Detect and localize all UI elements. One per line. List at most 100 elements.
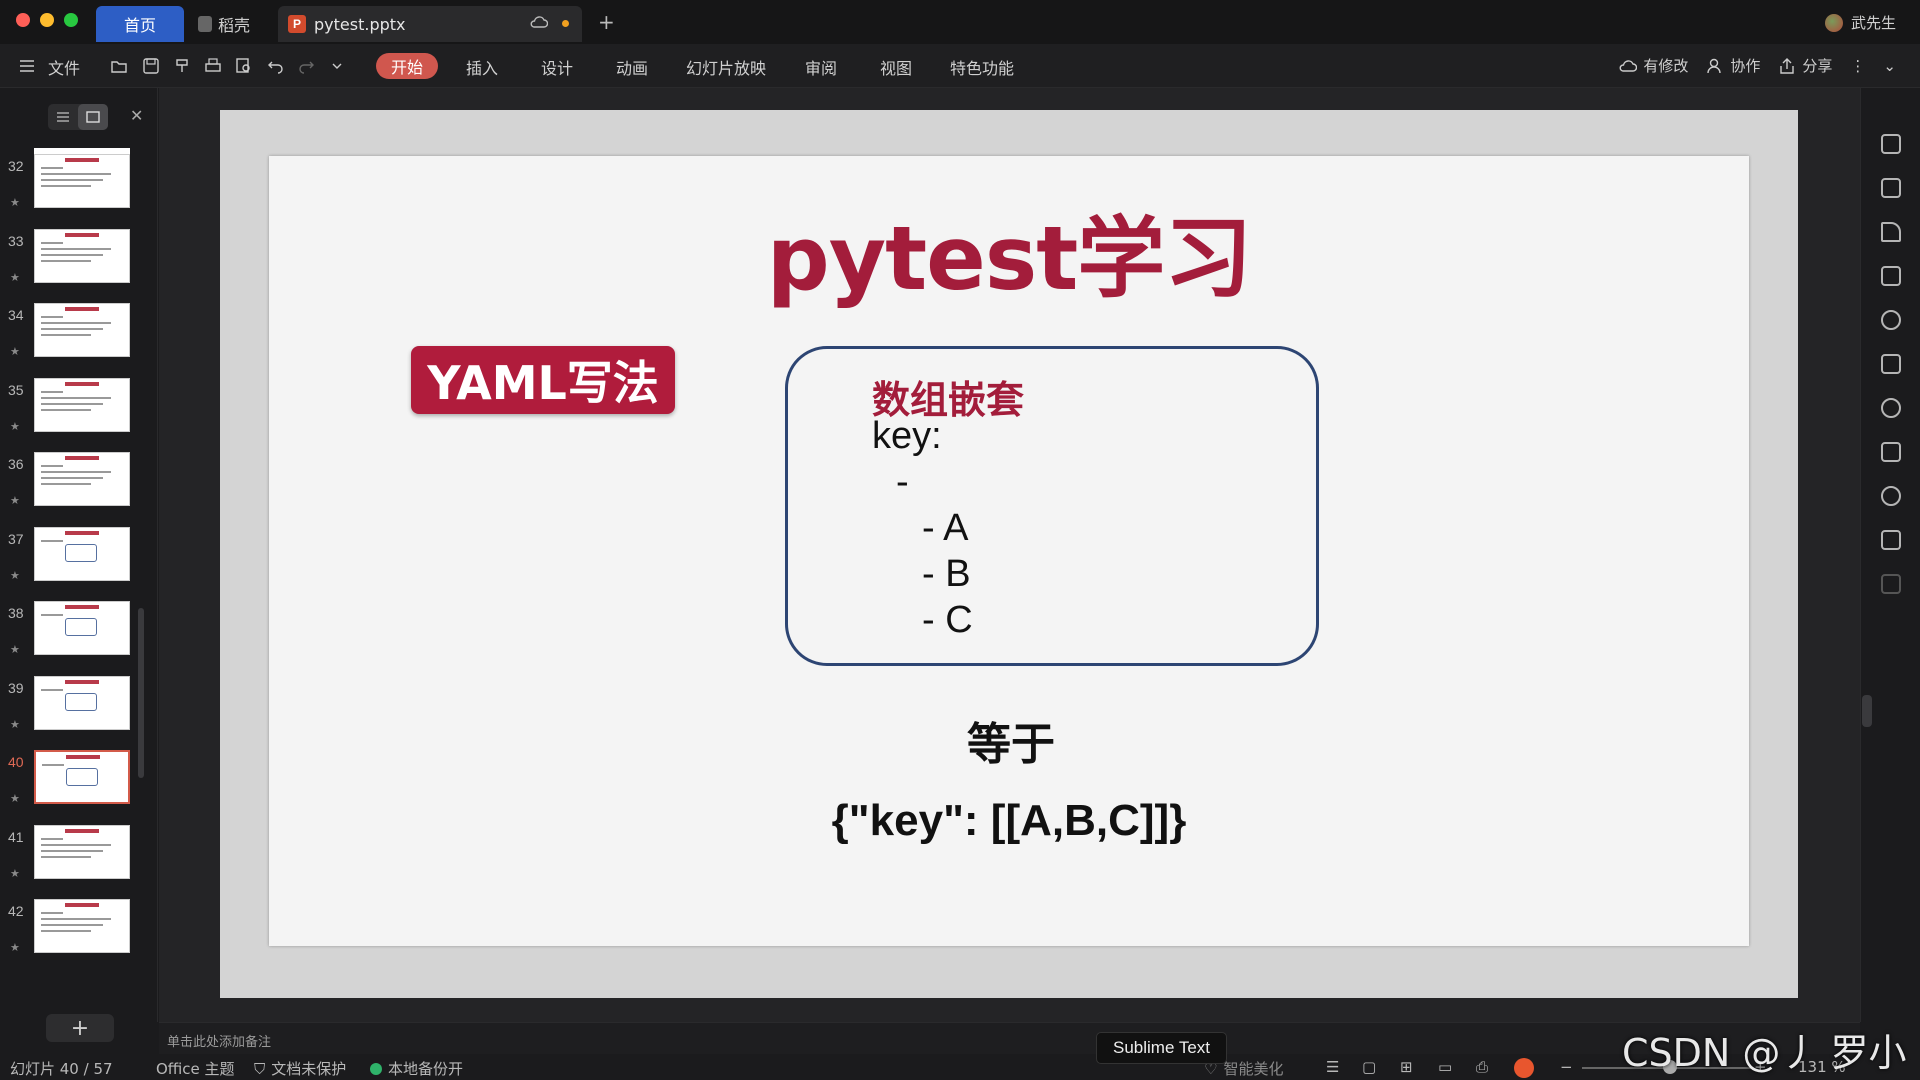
tab-daoke[interactable]: 稻壳: [196, 6, 276, 42]
add-slide-button[interactable]: +: [46, 1014, 114, 1042]
menu-file[interactable]: 文件: [48, 55, 80, 79]
collab-button[interactable]: 协作: [1706, 55, 1760, 76]
slide-thumbnail-row[interactable]: 36 ★: [0, 452, 150, 526]
new-tab-button[interactable]: +: [598, 10, 615, 34]
slide-thumbnail[interactable]: [34, 675, 130, 730]
slide-thumbnail[interactable]: [34, 601, 130, 655]
notes-toggle-icon[interactable]: ☰: [1326, 1058, 1339, 1076]
user-account[interactable]: 武先生: [1824, 12, 1896, 33]
tab-slideshow[interactable]: 幻灯片放映: [686, 55, 766, 79]
chart-icon[interactable]: [1881, 266, 1901, 286]
slide-thumbnail-row[interactable]: 35 ★: [0, 377, 150, 452]
redo-icon[interactable]: [297, 57, 315, 75]
animation-icon[interactable]: [1881, 310, 1901, 330]
shapes-icon[interactable]: [1881, 178, 1901, 198]
tab-design[interactable]: 设计: [541, 55, 573, 79]
theme-name[interactable]: Office 主题: [156, 1058, 235, 1079]
slide-number: 34: [8, 307, 24, 323]
slide-thumbnail[interactable]: [34, 228, 130, 283]
modified-button[interactable]: 有修改: [1619, 55, 1688, 76]
slide-thumbnail[interactable]: [34, 750, 130, 804]
slide-animation-star-icon: ★: [10, 866, 20, 880]
copy-icon[interactable]: [1881, 354, 1901, 374]
equals-text[interactable]: 等于: [269, 708, 1749, 772]
slide-thumbnail[interactable]: [34, 452, 130, 506]
slide-thumbnail[interactable]: [34, 154, 130, 208]
modified-label: 有修改: [1643, 57, 1689, 75]
zoom-out-icon[interactable]: −: [1560, 1058, 1573, 1076]
close-panel-icon[interactable]: ✕: [130, 106, 143, 125]
tab-special-features[interactable]: 特色功能: [950, 55, 1014, 79]
tab-pytest-file[interactable]: P pytest.pptx: [278, 6, 582, 42]
document-protection[interactable]: ⛉ 文档未保护: [254, 1058, 346, 1079]
slide-thumbnail[interactable]: [34, 526, 130, 581]
share-button[interactable]: 分享: [1778, 55, 1832, 76]
slide-thumbnail[interactable]: [34, 899, 130, 953]
customize-dropdown-icon[interactable]: [328, 57, 346, 75]
format-painter-icon[interactable]: [174, 57, 192, 75]
slide-thumbnail-row[interactable]: 37 ★: [0, 526, 150, 601]
slide-thumbnail-row[interactable]: 42 ★: [0, 899, 150, 973]
minimize-window-button[interactable]: [40, 13, 54, 27]
slide-thumbnail[interactable]: [34, 303, 130, 357]
reading-view-icon[interactable]: ▭: [1438, 1058, 1452, 1076]
slide-thumbnail-row[interactable]: 38 ★: [0, 601, 150, 675]
notes-area[interactable]: 单击此处添加备注: [159, 1022, 1860, 1054]
save-icon[interactable]: [142, 57, 160, 75]
slide-thumbnail[interactable]: [34, 824, 130, 879]
hamburger-menu-icon[interactable]: [18, 57, 36, 75]
slide-40[interactable]: pytest学习 YAML写法 数组嵌套 key: - - A - B - C …: [269, 156, 1749, 946]
presenter-icon[interactable]: ⎙: [1476, 1058, 1488, 1076]
ribbon-toolbar: 文件 开始 插入 设计 动画 幻灯片放映 审阅 视图 特色功能 有修改 协作 分…: [0, 44, 1920, 88]
tab-insert[interactable]: 插入: [466, 55, 498, 79]
tab-start[interactable]: 开始: [376, 53, 438, 79]
slide-sorter-icon[interactable]: ⊞: [1400, 1058, 1413, 1076]
package-icon[interactable]: [1881, 574, 1901, 594]
unsaved-indicator: [562, 20, 569, 27]
settings-sliders-icon[interactable]: [1881, 442, 1901, 462]
watermark: CSDN @丿 罗小黑: [1622, 1031, 1907, 1075]
outline-view-icon[interactable]: [48, 104, 78, 130]
undo-icon[interactable]: [267, 57, 285, 75]
image-icon[interactable]: [1881, 530, 1901, 550]
yaml-badge[interactable]: YAML写法: [411, 346, 675, 414]
panel-scrollbar[interactable]: [138, 608, 144, 778]
slide-thumbnail-row[interactable]: 39 ★: [0, 675, 150, 750]
close-window-button[interactable]: [16, 13, 30, 27]
user-name: 武先生: [1850, 14, 1896, 32]
print-icon[interactable]: [204, 57, 222, 75]
star-icon[interactable]: [1881, 398, 1901, 418]
print-preview-icon[interactable]: [235, 57, 253, 75]
slide-thumbnail-row[interactable]: 32 ★: [0, 154, 150, 228]
open-folder-icon[interactable]: [110, 57, 128, 75]
canvas-scrollbar[interactable]: [1862, 695, 1872, 727]
slide-thumbnail[interactable]: [34, 377, 130, 432]
json-equivalent[interactable]: {"key": [[A,B,C]]}: [269, 796, 1749, 846]
history-icon[interactable]: [1881, 486, 1901, 506]
slide-thumbnail-row[interactable]: 41 ★: [0, 824, 150, 899]
tab-animation[interactable]: 动画: [616, 55, 648, 79]
slide-thumbnail-row[interactable]: 40 ★: [0, 750, 150, 824]
panel-view-toggle[interactable]: [48, 104, 108, 130]
local-backup[interactable]: 本地备份开: [370, 1058, 463, 1079]
more-options-icon[interactable]: ⋮: [1850, 57, 1865, 75]
slide-thumbnail-row[interactable]: 33 ★: [0, 228, 150, 303]
maximize-window-button[interactable]: [64, 13, 78, 27]
slide-animation-star-icon: ★: [10, 941, 20, 954]
slide-title[interactable]: pytest学习: [269, 188, 1749, 315]
normal-view-icon[interactable]: ▢: [1362, 1058, 1376, 1076]
tab-review[interactable]: 审阅: [805, 55, 837, 79]
cloud-icon[interactable]: [530, 15, 548, 29]
local-backup-label: 本地备份开: [388, 1060, 464, 1078]
layout-icon[interactable]: [1881, 134, 1901, 154]
slide-thumbnail-row[interactable]: 34 ★: [0, 303, 150, 377]
code-example-box[interactable]: 数组嵌套 key: - - A - B - C: [785, 346, 1319, 666]
tab-home[interactable]: 首页: [96, 6, 184, 42]
design-icon[interactable]: [1881, 222, 1901, 242]
code-line-key: key:: [872, 415, 942, 457]
user-icon: [1707, 58, 1722, 73]
collapse-ribbon-icon[interactable]: ⌄: [1883, 57, 1896, 75]
tab-view[interactable]: 视图: [880, 55, 912, 79]
thumbnail-view-icon[interactable]: [78, 104, 108, 130]
play-slideshow-button[interactable]: [1514, 1058, 1534, 1078]
